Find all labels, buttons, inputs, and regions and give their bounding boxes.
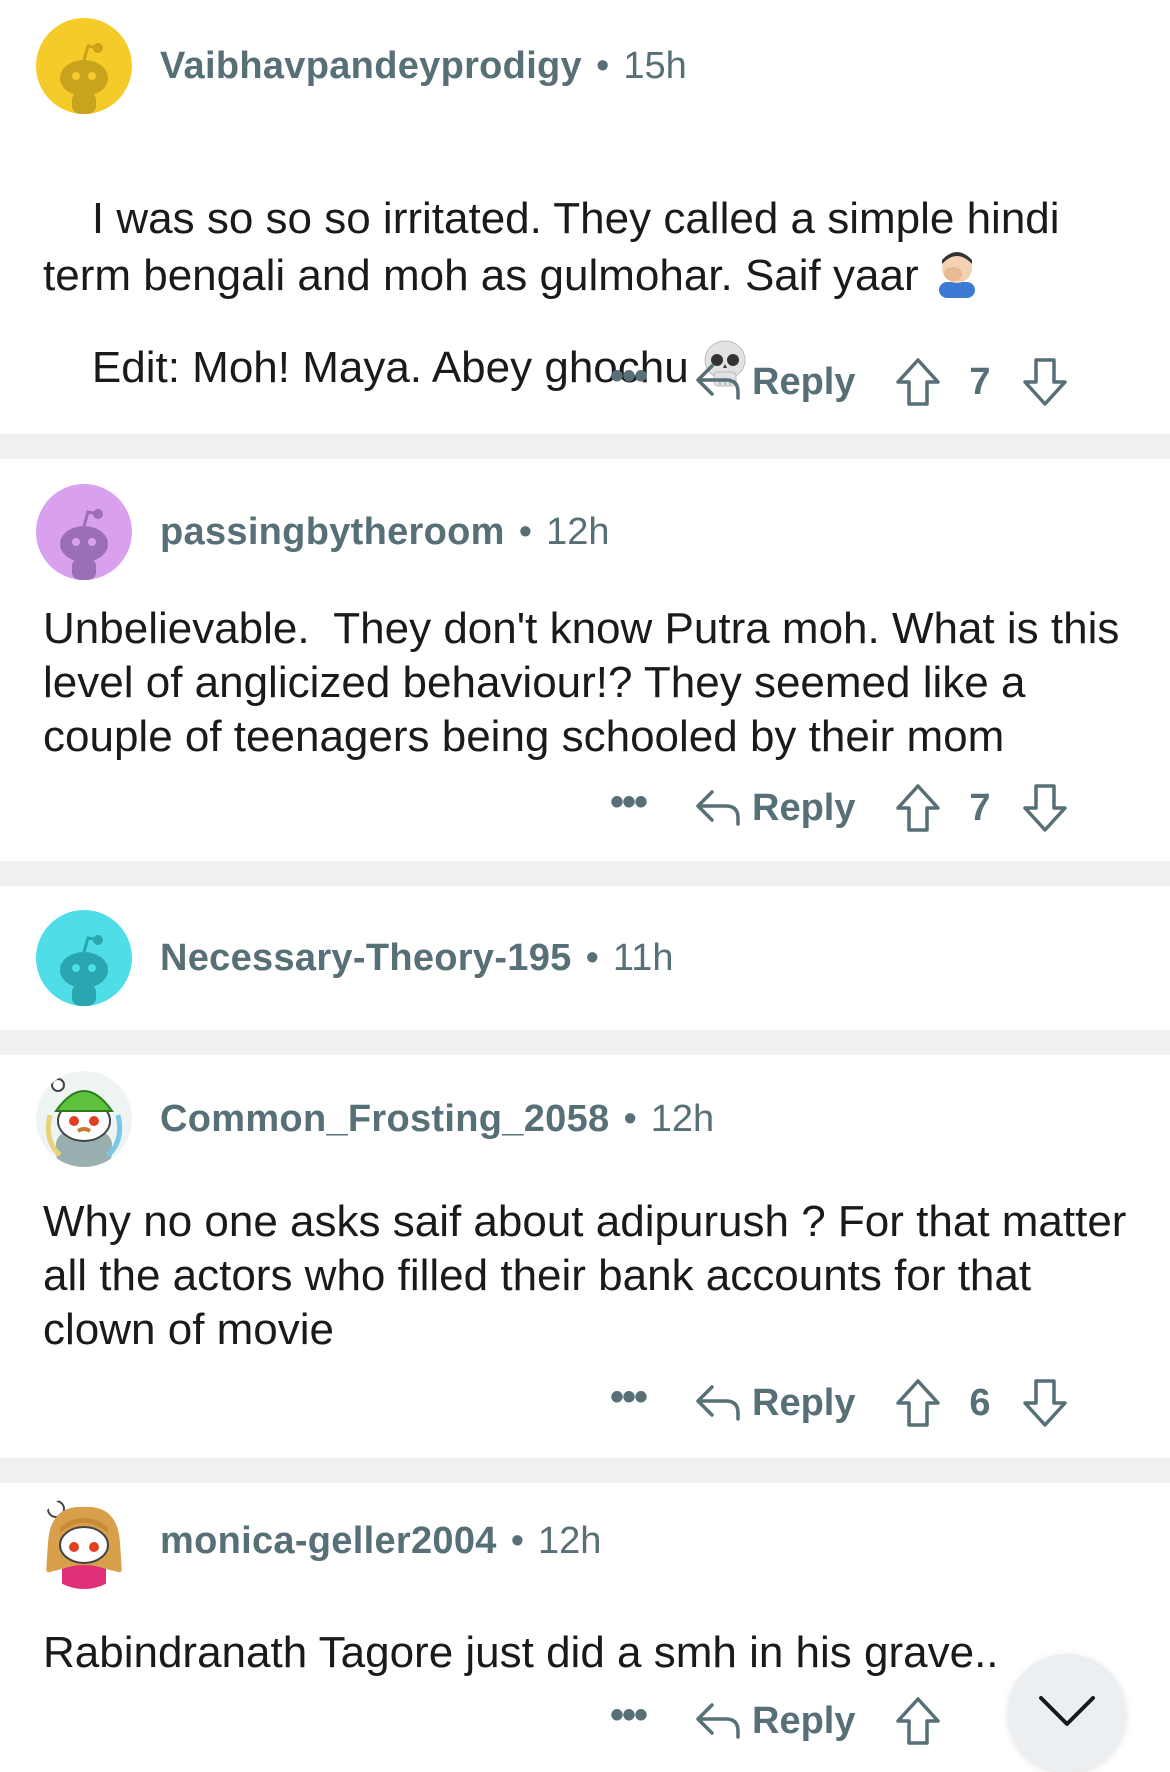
reply-icon — [696, 790, 740, 826]
snoo-avatar-icon — [60, 43, 108, 114]
snoo-avatar-icon — [60, 935, 108, 1006]
comment-separator — [0, 1030, 1170, 1055]
comment-5: monica-geller2004 • 12h Rabindranath Tag… — [0, 1483, 1170, 1762]
upvote-icon[interactable] — [895, 783, 941, 833]
reply-button[interactable]: Reply — [694, 787, 855, 830]
more-options-button[interactable]: ••• — [610, 1693, 648, 1738]
comment-separator — [0, 434, 1170, 459]
meta-separator: • — [623, 1097, 637, 1140]
downvote-icon[interactable] — [1022, 357, 1068, 407]
comment-header: passingbytheroom • 12h — [36, 484, 609, 580]
meta-separator: • — [510, 1519, 525, 1562]
comment-meta: Vaibhavpandeyprodigy • 15h — [160, 45, 687, 88]
comment-actions: ••• Reply 7 — [610, 352, 1170, 412]
timestamp: 12h — [546, 510, 610, 553]
more-options-button[interactable]: ••• — [610, 354, 648, 399]
username[interactable]: Necessary-Theory-195 — [160, 937, 572, 980]
comment-1: Vaibhavpandeyprodigy • 15h I was so so s… — [0, 0, 1170, 434]
comment-actions: ••• Reply 6 — [610, 1373, 1170, 1433]
reply-label: Reply — [752, 1381, 856, 1424]
username[interactable]: passingbytheroom — [160, 511, 505, 554]
custom-snoo-avatar-icon — [46, 1500, 122, 1589]
upvote-icon[interactable] — [895, 357, 941, 407]
comment-meta: Necessary-Theory-195 • 11h — [160, 937, 673, 980]
upvote-icon[interactable] — [895, 1378, 941, 1428]
reply-label: Reply — [752, 360, 856, 403]
downvote-icon[interactable] — [1022, 1378, 1068, 1428]
reply-icon — [696, 364, 740, 400]
username[interactable]: Common_Frosting_2058 — [160, 1098, 609, 1141]
vote-score: 6 — [969, 1381, 991, 1424]
reply-button[interactable]: Reply — [694, 361, 855, 404]
comment-separator — [0, 1458, 1170, 1483]
reply-button[interactable]: Reply — [694, 1382, 855, 1425]
comment-meta: passingbytheroom • 12h — [160, 511, 609, 554]
comment-4: Common_Frosting_2058 • 12h Why no one as… — [0, 1055, 1170, 1458]
comment-header: monica-geller2004 • 12h — [36, 1493, 601, 1589]
comment-actions: ••• Reply 7 — [610, 778, 1170, 838]
timestamp: 12h — [538, 1519, 602, 1562]
comment-body: Rabindranath Tagore just did a smh in hi… — [43, 1628, 999, 1677]
comment-text: Edit: Moh! Maya. Abey ghochu — [91, 343, 689, 393]
comment-meta: Common_Frosting_2058 • 12h — [160, 1098, 714, 1141]
timestamp: 11h — [612, 936, 674, 979]
comment-body: Why no one asks saif about adipurush ? F… — [43, 1197, 1139, 1354]
avatar[interactable] — [36, 1071, 132, 1167]
avatar[interactable] — [36, 484, 132, 580]
scroll-down-button[interactable] — [1008, 1654, 1126, 1772]
vote-score: 7 — [969, 786, 991, 829]
chevron-down-icon — [1039, 1696, 1095, 1726]
comment-header: Vaibhavpandeyprodigy • 15h — [36, 18, 687, 114]
meta-separator: • — [518, 510, 533, 553]
timestamp: 15h — [623, 44, 687, 87]
reply-icon — [696, 1385, 740, 1421]
reply-button[interactable]: Reply — [694, 1700, 855, 1743]
avatar[interactable] — [36, 18, 132, 114]
upvote-icon[interactable] — [895, 1696, 941, 1746]
more-options-button[interactable]: ••• — [610, 1375, 648, 1420]
meta-separator: • — [585, 936, 599, 979]
comment-2: passingbytheroom • 12h Unbelievable. The… — [0, 459, 1170, 861]
comment-header: Necessary-Theory-195 • 11h — [36, 910, 673, 1006]
comment-3-collapsed[interactable]: Necessary-Theory-195 • 11h — [0, 886, 1170, 1030]
more-options-button[interactable]: ••• — [610, 780, 648, 825]
meta-separator: • — [596, 44, 610, 87]
downvote-icon[interactable] — [1022, 783, 1068, 833]
comment-separator — [0, 861, 1170, 886]
timestamp: 12h — [650, 1097, 715, 1140]
avatar[interactable] — [36, 1493, 132, 1589]
comment-body: Unbelievable. They don't know Putra moh.… — [43, 604, 1132, 761]
vote-score: 7 — [969, 360, 991, 403]
custom-snoo-avatar-icon — [45, 1078, 123, 1167]
reply-icon — [696, 1703, 740, 1739]
comment-meta: monica-geller2004 • 12h — [160, 1520, 601, 1563]
reply-label: Reply — [752, 786, 856, 829]
username[interactable]: monica-geller2004 — [160, 1520, 497, 1563]
reply-label: Reply — [752, 1699, 856, 1742]
snoo-avatar-icon — [60, 509, 108, 580]
username[interactable]: Vaibhavpandeyprodigy — [160, 45, 582, 88]
avatar[interactable] — [36, 910, 132, 1006]
comment-header: Common_Frosting_2058 • 12h — [36, 1071, 714, 1167]
